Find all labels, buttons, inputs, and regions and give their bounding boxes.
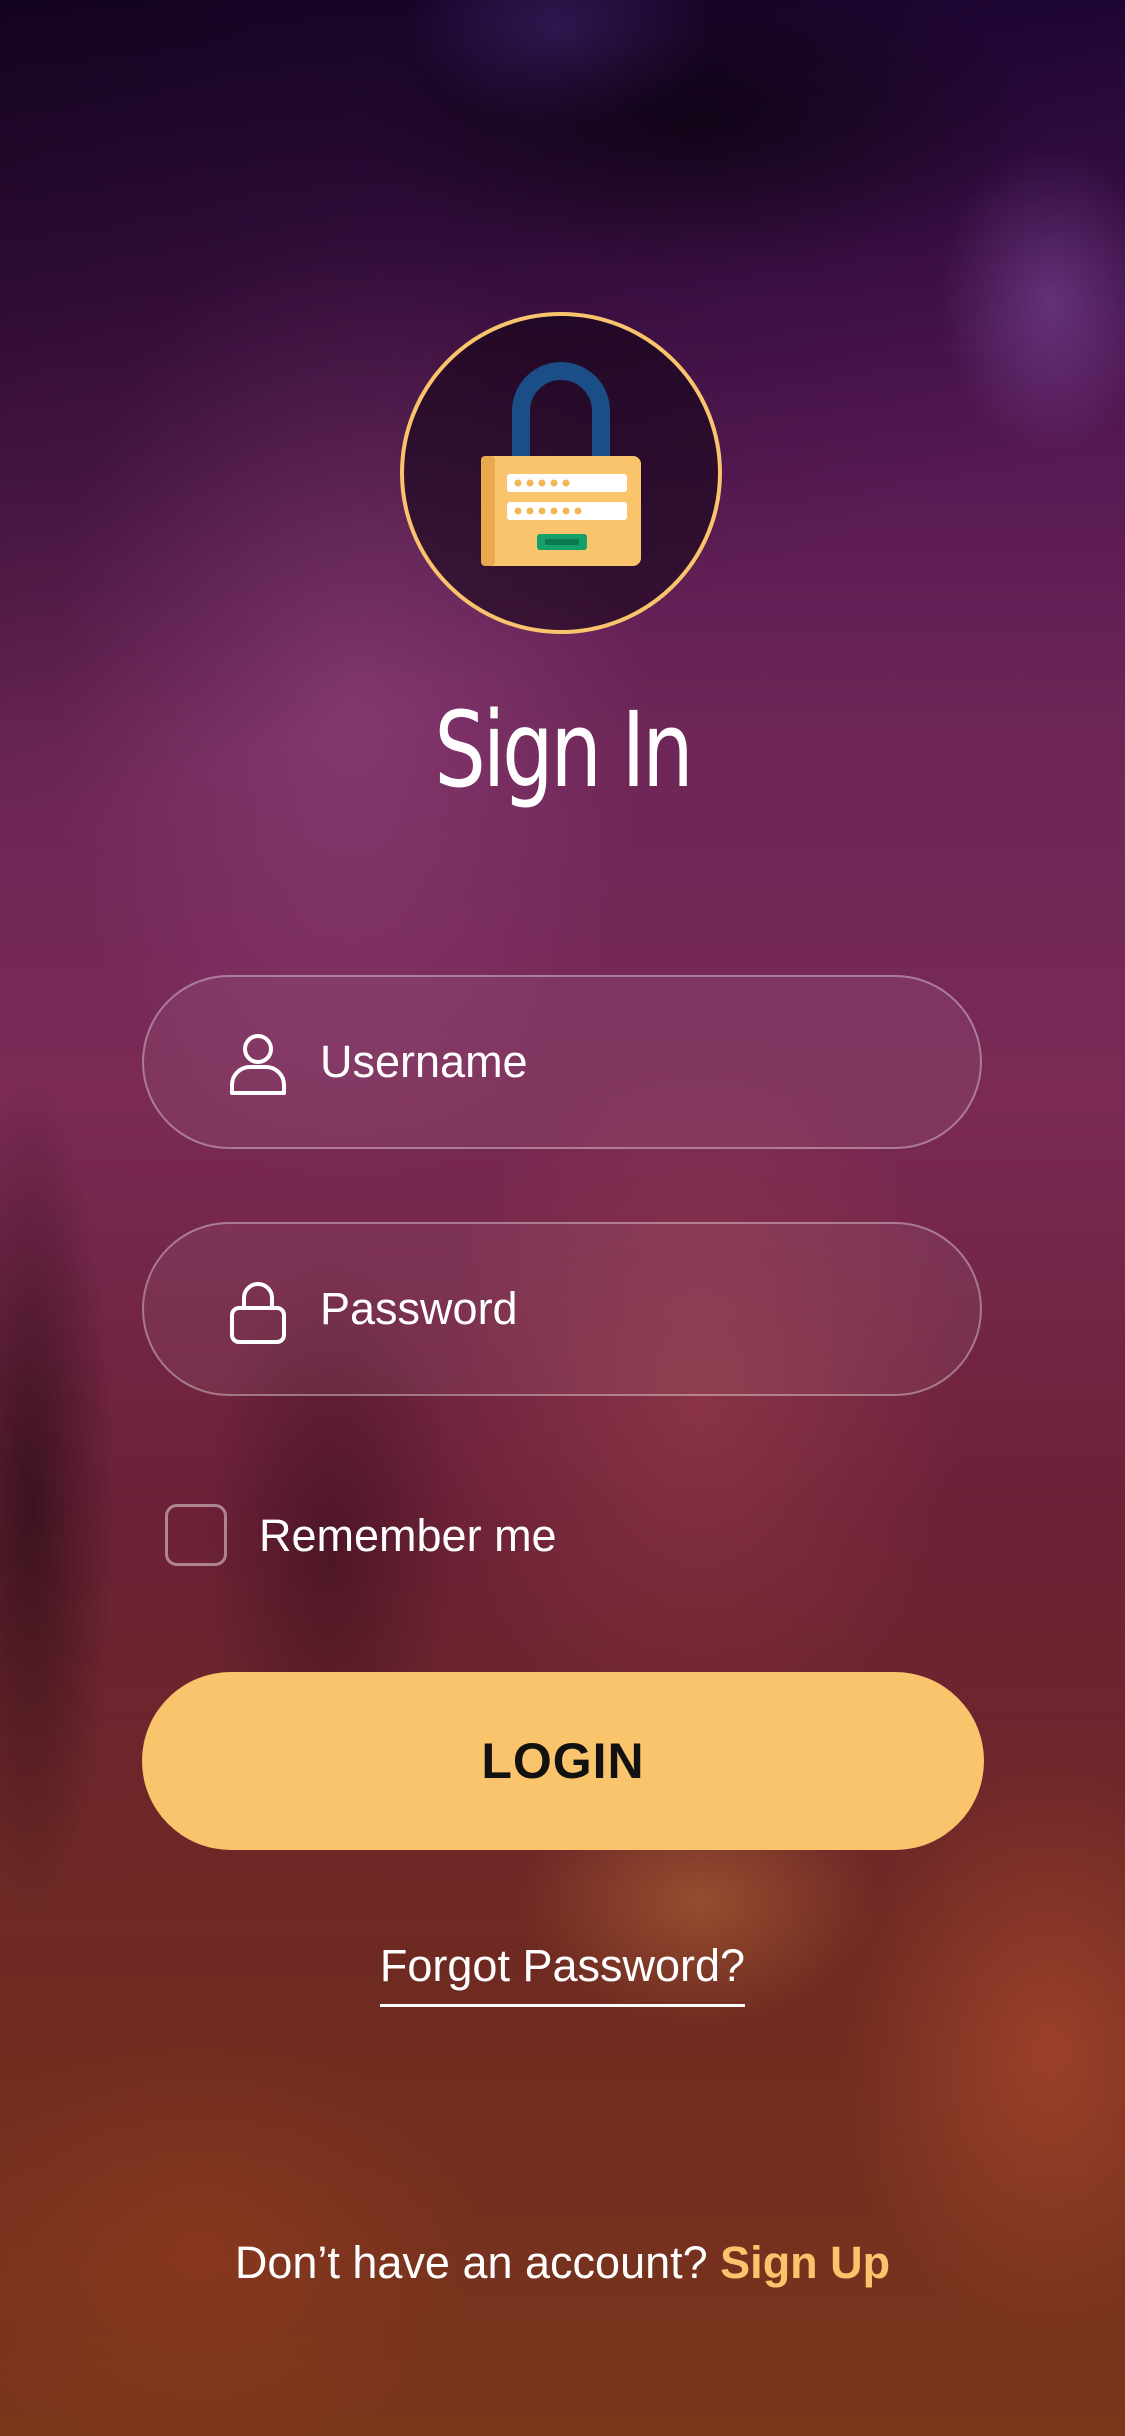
remember-me-checkbox[interactable] [165, 1504, 227, 1566]
login-button[interactable]: LOGIN [142, 1672, 984, 1850]
remember-me-label: Remember me [259, 1510, 557, 1561]
user-icon [230, 1034, 286, 1095]
forgot-password-row: Forgot Password? [0, 1938, 1125, 2007]
sign-in-screen: Sign In Remember me LOGIN Forgot Passwor… [0, 0, 1125, 2436]
signup-prompt-text: Don’t have an account? [234, 2237, 721, 2288]
password-input[interactable] [320, 1264, 920, 1354]
logo-badge [400, 312, 722, 634]
page-title: Sign In [434, 689, 693, 811]
forgot-password-link[interactable]: Forgot Password? [379, 1938, 746, 2007]
padlock-icon [481, 362, 641, 566]
username-field[interactable] [142, 975, 982, 1149]
username-input[interactable] [320, 1017, 920, 1107]
sign-up-link[interactable]: Sign Up [720, 2237, 890, 2288]
password-field[interactable] [142, 1222, 982, 1396]
lock-icon [230, 1282, 286, 1344]
signup-prompt: Don’t have an account? Sign Up [0, 2233, 1125, 2293]
